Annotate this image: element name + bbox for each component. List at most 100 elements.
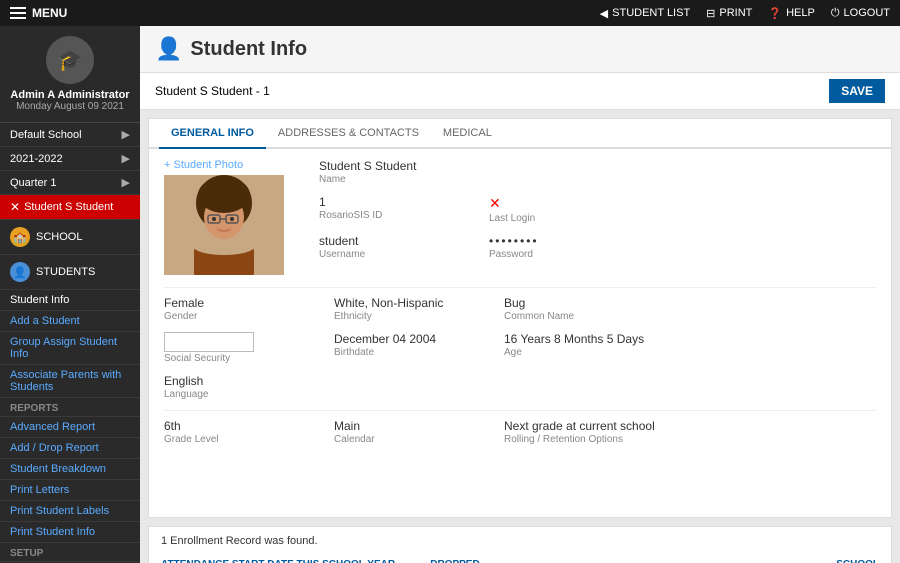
- sidebar-school-nav[interactable]: 🏫 SCHOOL: [0, 220, 140, 255]
- student-photo: [164, 175, 284, 275]
- enrollment-columns: ATTENDANCE START DATE THIS SCHOOL YEAR D…: [161, 555, 879, 563]
- save-button[interactable]: SAVE: [829, 79, 885, 103]
- last-login-field: ✕ Last Login: [489, 195, 639, 224]
- col-dropped: DROPPED: [430, 559, 610, 563]
- username-field: student Username: [319, 234, 469, 260]
- grade-level-value: 6th: [164, 419, 314, 433]
- menu-area[interactable]: MENU: [10, 6, 67, 20]
- top-bar: MENU ◀ STUDENT LIST ⊟ PRINT ❓ HELP ⏻ LOG…: [0, 0, 900, 26]
- sidebar-print-student-info[interactable]: Print Student Info: [0, 522, 140, 543]
- language-value: English: [164, 374, 314, 388]
- password-value: ••••••••: [489, 234, 639, 248]
- arrow-icon: ▶: [122, 176, 130, 189]
- school-icon: 🏫: [10, 227, 30, 247]
- sidebar-student-breakdown[interactable]: Student Breakdown: [0, 459, 140, 480]
- rosario-id-value: 1: [319, 195, 469, 209]
- student-name-label: Name: [319, 174, 469, 185]
- social-security-field: Social Security: [164, 332, 314, 364]
- birthdate-value: December 04 2004: [334, 332, 484, 346]
- tabs-bar: GENERAL INFO ADDRESSES & CONTACTS MEDICA…: [149, 119, 891, 149]
- tab-addresses-contacts[interactable]: ADDRESSES & CONTACTS: [266, 119, 431, 149]
- common-name-label: Common Name: [504, 311, 654, 322]
- social-security-label: Social Security: [164, 353, 314, 364]
- top-nav-actions: ◀ STUDENT LIST ⊟ PRINT ❓ HELP ⏻ LOGOUT: [600, 7, 890, 20]
- col-attendance-start: ATTENDANCE START DATE THIS SCHOOL YEAR: [161, 559, 430, 563]
- sidebar-print-letters[interactable]: Print Letters: [0, 480, 140, 501]
- sidebar-advanced-report[interactable]: Advanced Report: [0, 417, 140, 438]
- common-name-field: Bug Common Name: [504, 296, 654, 322]
- grade-level-label: Grade Level: [164, 434, 314, 445]
- enrollment-section: 1 Enrollment Record was found. ATTENDANC…: [148, 526, 892, 563]
- student-bar-name: Student S Student - 1: [155, 84, 270, 98]
- student-name-value: Student S Student: [319, 159, 469, 173]
- student-bar: Student S Student - 1 SAVE: [140, 73, 900, 110]
- ethnicity-field: White, Non-Hispanic Ethnicity: [334, 296, 484, 322]
- id-login-row: 1 RosarioSIS ID ✕ Last Login: [319, 195, 876, 224]
- calendar-field: Main Calendar: [334, 419, 484, 445]
- ethnicity-value: White, Non-Hispanic: [334, 296, 484, 310]
- sidebar-student-info[interactable]: Student Info: [0, 290, 140, 311]
- last-login-value: ✕: [489, 195, 639, 212]
- gender-ethnicity-row: Female Gender White, Non-Hispanic Ethnic…: [164, 296, 876, 322]
- form-section-top: + Student Photo: [164, 159, 876, 275]
- page-header: 👤 Student Info: [140, 26, 900, 73]
- main-content: 👤 Student Info Student S Student - 1 SAV…: [140, 26, 900, 563]
- sidebar-associate-parents[interactable]: Associate Parents with Students: [0, 365, 140, 398]
- username-label: Username: [319, 249, 469, 260]
- tab-general-info[interactable]: GENERAL INFO: [159, 119, 266, 149]
- info-panel: GENERAL INFO ADDRESSES & CONTACTS MEDICA…: [148, 118, 892, 518]
- birthdate-label: Birthdate: [334, 347, 484, 358]
- last-login-label: Last Login: [489, 213, 639, 224]
- sidebar-group-assign[interactable]: Group Assign Student Info: [0, 332, 140, 365]
- info-column: Student S Student Name 1 RosarioSIS ID: [319, 159, 876, 275]
- x-icon: ✕: [10, 200, 20, 214]
- student-list-nav[interactable]: ◀ STUDENT LIST: [600, 7, 691, 20]
- form-body: + Student Photo: [149, 149, 891, 465]
- language-row: English Language: [164, 374, 876, 400]
- tab-medical[interactable]: MEDICAL: [431, 119, 504, 149]
- age-label: Age: [504, 347, 654, 358]
- birthdate-field: December 04 2004 Birthdate: [334, 332, 484, 364]
- add-student-photo-link[interactable]: + Student Photo: [164, 159, 304, 171]
- student-info-icon: 👤: [155, 36, 182, 62]
- sidebar-active-student[interactable]: ✕ Student S Student: [0, 195, 140, 220]
- sidebar-add-student[interactable]: Add a Student: [0, 311, 140, 332]
- rolling-retention-value: Next grade at current school: [504, 419, 655, 433]
- menu-label[interactable]: MENU: [32, 6, 67, 20]
- rolling-retention-label: Rolling / Retention Options: [504, 434, 655, 445]
- print-nav[interactable]: ⊟ PRINT: [706, 7, 752, 20]
- age-value: 16 Years 8 Months 5 Days: [504, 332, 654, 346]
- gender-label: Gender: [164, 311, 314, 322]
- sidebar-print-student-labels[interactable]: Print Student Labels: [0, 501, 140, 522]
- social-security-input-box[interactable]: [164, 332, 254, 352]
- name-id-row: Student S Student Name: [319, 159, 876, 185]
- photo-column: + Student Photo: [164, 159, 304, 275]
- language-field: English Language: [164, 374, 314, 400]
- admin-date: Monday August 09 2021: [16, 101, 124, 112]
- sidebar-students-nav[interactable]: 👤 STUDENTS: [0, 255, 140, 290]
- rosario-id-label: RosarioSIS ID: [319, 210, 469, 221]
- sidebar-item-year[interactable]: 2021-2022 ▶: [0, 147, 140, 171]
- logout-nav[interactable]: ⏻ LOGOUT: [831, 7, 890, 20]
- calendar-value: Main: [334, 419, 484, 433]
- username-password-row: student Username •••••••• Password: [319, 234, 876, 260]
- print-icon: ⊟: [706, 7, 715, 20]
- setup-section-label: SETUP: [0, 543, 140, 562]
- rolling-retention-field: Next grade at current school Rolling / R…: [504, 419, 655, 445]
- sidebar-item-school[interactable]: Default School ▶: [0, 123, 140, 147]
- sidebar-add-drop-report[interactable]: Add / Drop Report: [0, 438, 140, 459]
- student-list-icon: ◀: [600, 7, 608, 20]
- help-nav[interactable]: ❓ HELP: [768, 7, 814, 20]
- students-icon: 👤: [10, 262, 30, 282]
- rosario-id-field: 1 RosarioSIS ID: [319, 195, 469, 224]
- common-name-value: Bug: [504, 296, 654, 310]
- avatar: 🎓: [46, 36, 94, 84]
- hamburger-icon[interactable]: [10, 7, 26, 19]
- password-label: Password: [489, 249, 639, 260]
- enrollment-record-count: 1 Enrollment Record was found.: [161, 535, 879, 547]
- gender-field: Female Gender: [164, 296, 314, 322]
- help-icon: ❓: [768, 7, 782, 20]
- sidebar-profile: 🎓 Admin A Administrator Monday August 09…: [0, 26, 140, 123]
- grade-calendar-row: 6th Grade Level Main Calendar Next grade…: [164, 419, 876, 445]
- sidebar-item-quarter[interactable]: Quarter 1 ▶: [0, 171, 140, 195]
